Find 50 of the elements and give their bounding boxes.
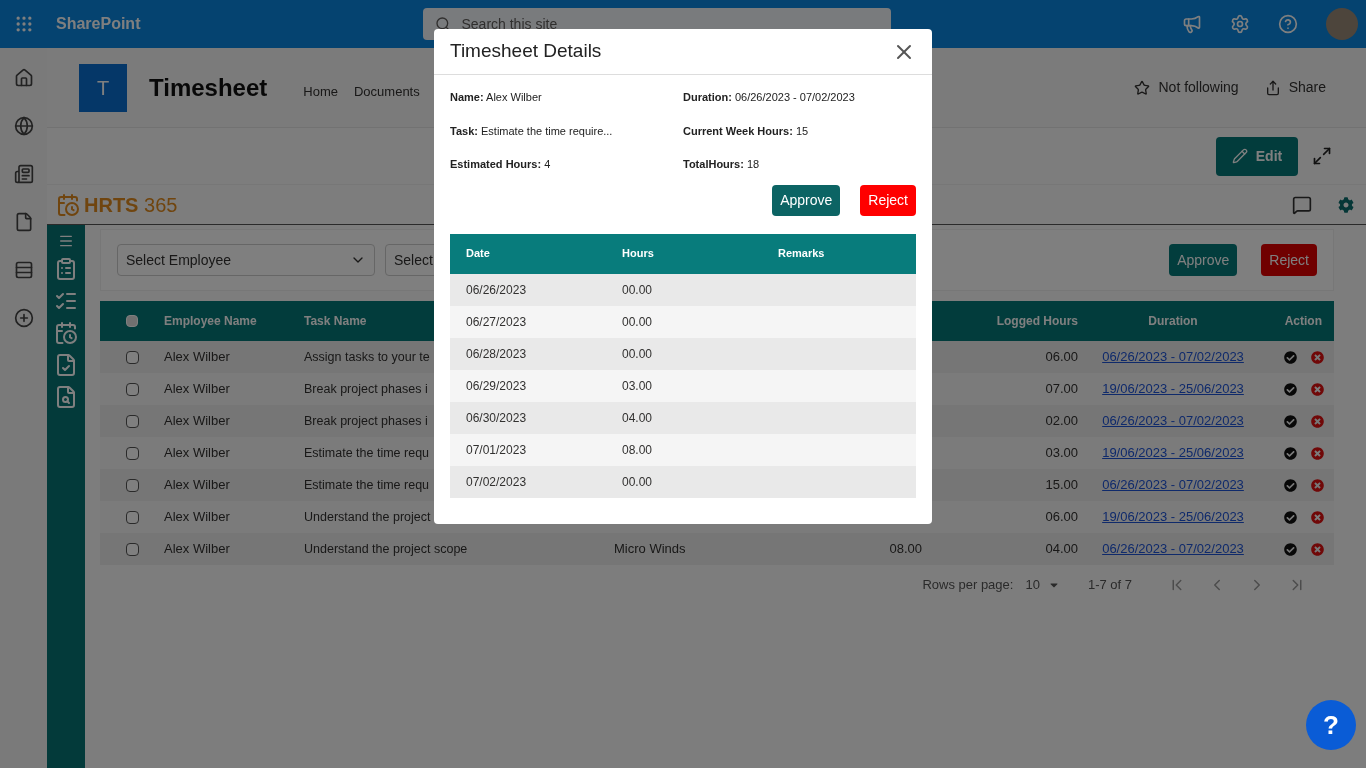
detail-field: Name: Alex Wilber <box>450 89 683 106</box>
page-range: 1-7 of 7 <box>1087 576 1132 595</box>
table-cell-text: 04.00 <box>1044 540 1078 559</box>
table-cell-text: Alex Wilber <box>164 348 231 367</box>
table-cell-text: 08.00 <box>888 540 922 559</box>
detail-field: Task: Estimate the time require... <box>450 122 683 139</box>
table-cell-text: 07.00 <box>1044 380 1078 399</box>
column-header: Date <box>466 246 491 262</box>
table-cell-text: Alex Wilber <box>164 540 231 559</box>
rows-per-page-label: Rows per page: <box>922 576 1014 595</box>
table-cell-text: 03.00 <box>1044 444 1078 463</box>
table-cell: Estimate the time requ <box>304 478 430 493</box>
detail-field: Current Week Hours: 15 <box>683 122 916 139</box>
table-cell-text: 04.00 <box>622 409 654 427</box>
table-cell-text: 02.00 <box>1044 412 1078 431</box>
table-cell-text: 06/27/2023 <box>466 313 528 331</box>
column-header: Remarks <box>778 246 826 262</box>
table-cell-text: 08.00 <box>622 441 654 459</box>
table-cell-text: 06/28/2023 <box>466 345 528 363</box>
table-cell-text: Alex Wilber <box>164 380 231 399</box>
table-cell-text: Micro Winds <box>614 540 687 559</box>
column-header: Hours <box>622 246 655 262</box>
table-cell-text: Alex Wilber <box>164 508 231 527</box>
table-cell-text: 00.00 <box>622 473 654 491</box>
detail-field: TotalHours: 18 <box>683 156 916 173</box>
table-cell-text: 06.00 <box>1044 348 1078 367</box>
table-cell-text: 03.00 <box>622 377 654 395</box>
detail-field: Duration: 06/26/2023 - 07/02/2023 <box>683 89 916 106</box>
table-cell: Assign tasks to your te <box>304 350 430 365</box>
table-cell-text: 07/02/2023 <box>466 473 528 491</box>
table-cell: Break project phases i <box>304 382 428 397</box>
table-cell-text: 15.00 <box>1044 476 1078 495</box>
table-cell: Break project phases i <box>304 414 428 429</box>
table-cell-text: 06/29/2023 <box>466 377 528 395</box>
table-cell-text: Alex Wilber <box>164 444 231 463</box>
table-cell: Estimate the time requ <box>304 446 430 461</box>
table-cell-text: 00.00 <box>622 281 654 299</box>
table-cell-text: Alex Wilber <box>164 476 231 495</box>
table-cell-text: 06/26/2023 <box>466 281 528 299</box>
table-cell: Understand the project scope <box>304 542 468 557</box>
table-cell-text: 06.00 <box>1044 508 1078 527</box>
table-cell-text: Alex Wilber <box>164 412 231 431</box>
table-cell-text: 06/30/2023 <box>466 409 528 427</box>
detail-field: Estimated Hours: 4 <box>450 156 683 173</box>
app-logo-text: HRTS 365 <box>84 192 178 218</box>
table-cell: Understand the project <box>304 510 431 525</box>
modal-title: Timesheet Details <box>450 39 602 64</box>
table-cell-text: 00.00 <box>622 313 654 331</box>
table-cell-text: 07/01/2023 <box>466 441 528 459</box>
table-cell-text: 00.00 <box>622 345 654 363</box>
